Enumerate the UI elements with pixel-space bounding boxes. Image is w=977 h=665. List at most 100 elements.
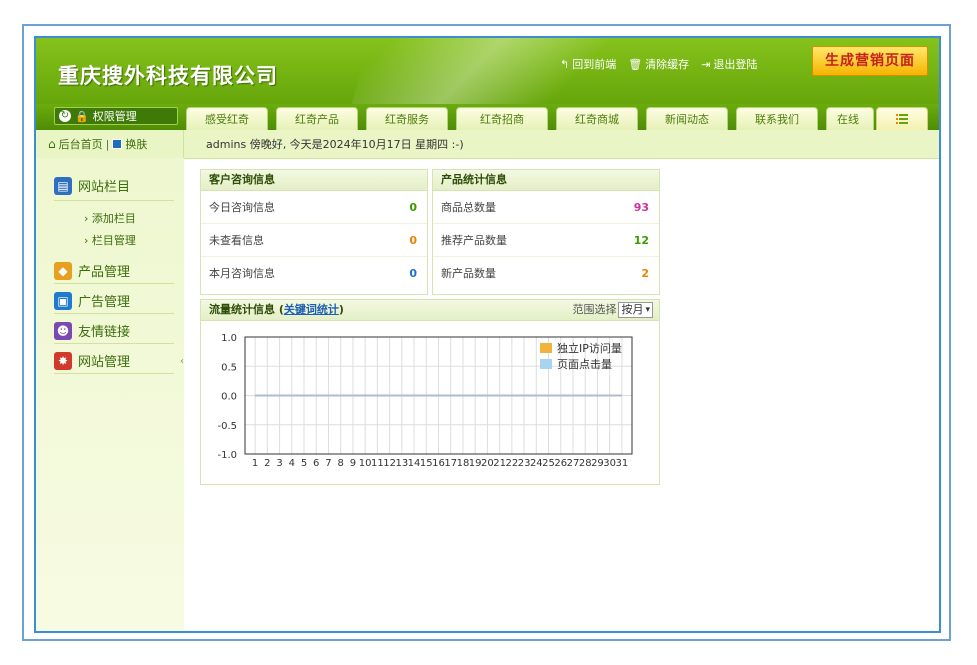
close-paren: ) bbox=[338, 303, 344, 316]
range-select[interactable]: 按月 ▾ bbox=[618, 302, 653, 318]
y-tick-label: -0.5 bbox=[217, 421, 237, 432]
product-row: 推荐产品数量 12 bbox=[433, 224, 659, 257]
sidebar-divider bbox=[54, 313, 174, 314]
traffic-panel-header: 流量统计信息 (关键词统计) 范围选择 按月 ▾ bbox=[201, 300, 659, 321]
tab-3[interactable]: 红奇服务 bbox=[366, 107, 448, 130]
product-panel-title: 产品统计信息 bbox=[433, 170, 659, 191]
sidebar-item-links-label: 友情链接 bbox=[78, 325, 131, 340]
product-row: 商品总数量 93 bbox=[433, 191, 659, 224]
x-tick-label: 7 bbox=[325, 458, 331, 469]
traffic-panel: 流量统计信息 (关键词统计) 范围选择 按月 ▾ 1.0 0.5 0.0 -0.5 -1.… bbox=[200, 299, 660, 485]
menu-button[interactable] bbox=[876, 107, 928, 130]
x-tick-label: 25 bbox=[542, 458, 555, 469]
lock-icon: 🔒 bbox=[75, 109, 89, 123]
x-tick-label: 4 bbox=[289, 458, 295, 469]
x-tick-label: 8 bbox=[338, 458, 344, 469]
sidebar-divider bbox=[54, 343, 174, 344]
x-tick-label: 5 bbox=[301, 458, 307, 469]
clear-cache-link[interactable]: 🗑 清除缓存 bbox=[628, 56, 689, 72]
sidebar-item-site-columns-label: 网站栏目 bbox=[78, 180, 131, 195]
product-row: 新产品数量 2 bbox=[433, 257, 659, 289]
top-links: ↰ 回到前端 🗑 清除缓存 ⇥ 退出登陆 bbox=[560, 56, 757, 72]
x-tick-label: 3 bbox=[276, 458, 282, 469]
home-icon: ⌂ bbox=[48, 137, 56, 151]
legend-label: 独立IP访问量 bbox=[557, 341, 622, 355]
consult-row-value: 0 bbox=[409, 266, 417, 280]
x-tick-label: 2 bbox=[264, 458, 270, 469]
sidebar-item-site-admin-label: 网站管理 bbox=[78, 355, 131, 370]
range-select-value: 按月 bbox=[621, 303, 644, 316]
x-tick-label: 6 bbox=[313, 458, 319, 469]
x-tick-label: 19 bbox=[469, 458, 482, 469]
y-tick-label: -1.0 bbox=[217, 450, 237, 461]
sidebar-divider bbox=[54, 200, 174, 201]
sidebar-divider bbox=[54, 373, 174, 374]
sidebar-subitem-add-column[interactable]: › 添加栏目 bbox=[84, 210, 136, 226]
company-logo: 重庆搜外科技有限公司 bbox=[58, 64, 278, 88]
tab-8[interactable]: 在线 bbox=[826, 107, 874, 130]
admin-home-link[interactable]: 后台首页 bbox=[59, 136, 103, 152]
product-panel: 产品统计信息 商品总数量 93 推荐产品数量 12 新产品数量 2 bbox=[432, 169, 660, 295]
traffic-panel-title-group: 流量统计信息 (关键词统计) bbox=[209, 300, 344, 320]
consult-row: 今日咨询信息 0 bbox=[201, 191, 427, 224]
traffic-chart: 1.00.50.0-0.5-1.01 2 3 4 5 6 7 8 9 10 11 12 13 14 15 16… bbox=[217, 333, 633, 469]
permissions-button[interactable]: ↻ 🔒 权限管理 bbox=[54, 107, 178, 125]
tab-5[interactable]: 红奇商城 bbox=[556, 107, 638, 130]
change-skin-link[interactable]: 换肤 bbox=[125, 136, 147, 152]
x-tick-label: 11 bbox=[371, 458, 384, 469]
friends-icon: ☻ bbox=[54, 321, 72, 340]
y-tick-label: 0.0 bbox=[221, 392, 237, 403]
range-selector-group: 范围选择 按月 ▾ bbox=[572, 300, 653, 320]
x-tick-label: 10 bbox=[359, 458, 372, 469]
logout-label: 退出登陆 bbox=[713, 58, 758, 71]
legend-swatch bbox=[540, 343, 552, 353]
consult-panel-title: 客户咨询信息 bbox=[201, 170, 427, 191]
consult-row-label: 本月咨询信息 bbox=[209, 267, 275, 280]
sidebar-item-site-admin[interactable]: ✸ 网站管理 bbox=[54, 351, 130, 370]
x-tick-label: 13 bbox=[395, 458, 408, 469]
range-label: 范围选择 bbox=[572, 303, 617, 316]
logout-icon: ⇥ bbox=[701, 57, 711, 71]
x-tick-label: 29 bbox=[591, 458, 604, 469]
back-to-frontend-label: 回到前端 bbox=[572, 58, 617, 71]
sidebar-subitem-manage-column[interactable]: › 栏目管理 bbox=[84, 232, 136, 248]
main-content: 客户咨询信息 今日咨询信息 0 未查看信息 0 本月咨询信息 0 产品统计信息 商品总… bbox=[184, 159, 939, 631]
x-tick-label: 28 bbox=[579, 458, 592, 469]
x-tick-label: 17 bbox=[444, 458, 457, 469]
sidebar-item-ads[interactable]: ▣ 广告管理 bbox=[54, 291, 130, 310]
product-row-value: 12 bbox=[633, 233, 649, 247]
sidebar-item-products-label: 产品管理 bbox=[78, 265, 131, 280]
product-row-value: 93 bbox=[633, 200, 649, 214]
consult-row-value: 0 bbox=[409, 233, 417, 247]
logout-link[interactable]: ⇥ 退出登陆 bbox=[701, 56, 757, 72]
x-tick-label: 18 bbox=[457, 458, 470, 469]
tab-7[interactable]: 联系我们 bbox=[736, 107, 818, 130]
refresh-icon: ↻ bbox=[59, 110, 71, 122]
sidebar-item-site-columns[interactable]: ▤ 网站栏目 bbox=[54, 176, 130, 195]
greeting-text: admins 傍晚好, 今天是2024年10月17日 星期四 :-) bbox=[206, 138, 464, 151]
sidebar-item-ads-label: 广告管理 bbox=[78, 295, 131, 310]
product-row-label: 新产品数量 bbox=[441, 267, 496, 280]
skin-icon bbox=[112, 139, 123, 149]
sidebar-item-links[interactable]: ☻ 友情链接 bbox=[54, 321, 130, 340]
x-tick-label: 24 bbox=[530, 458, 543, 469]
clear-cache-label: 清除缓存 bbox=[645, 58, 690, 71]
x-tick-label: 20 bbox=[481, 458, 494, 469]
tab-4[interactable]: 红奇招商 bbox=[456, 107, 548, 130]
consult-row: 本月咨询信息 0 bbox=[201, 257, 427, 289]
tab-2[interactable]: 红奇产品 bbox=[276, 107, 358, 130]
product-row-label: 推荐产品数量 bbox=[441, 234, 507, 247]
subbar-separator: | bbox=[105, 137, 110, 151]
back-to-frontend-link[interactable]: ↰ 回到前端 bbox=[560, 56, 616, 72]
x-tick-label: 12 bbox=[383, 458, 396, 469]
tab-6[interactable]: 新闻动态 bbox=[646, 107, 728, 130]
x-tick-label: 15 bbox=[420, 458, 433, 469]
keyword-stats-link[interactable]: 关键词统计 bbox=[284, 303, 339, 316]
ad-icon: ▣ bbox=[54, 291, 72, 310]
tab-1[interactable]: 感受红奇 bbox=[186, 107, 268, 130]
product-icon: ◆ bbox=[54, 261, 72, 280]
sidebar-item-products[interactable]: ◆ 产品管理 bbox=[54, 261, 130, 280]
consult-panel: 客户咨询信息 今日咨询信息 0 未查看信息 0 本月咨询信息 0 bbox=[200, 169, 428, 295]
generate-marketing-page-button[interactable]: 生成营销页面 bbox=[812, 46, 928, 76]
sidebar-divider bbox=[54, 283, 174, 284]
